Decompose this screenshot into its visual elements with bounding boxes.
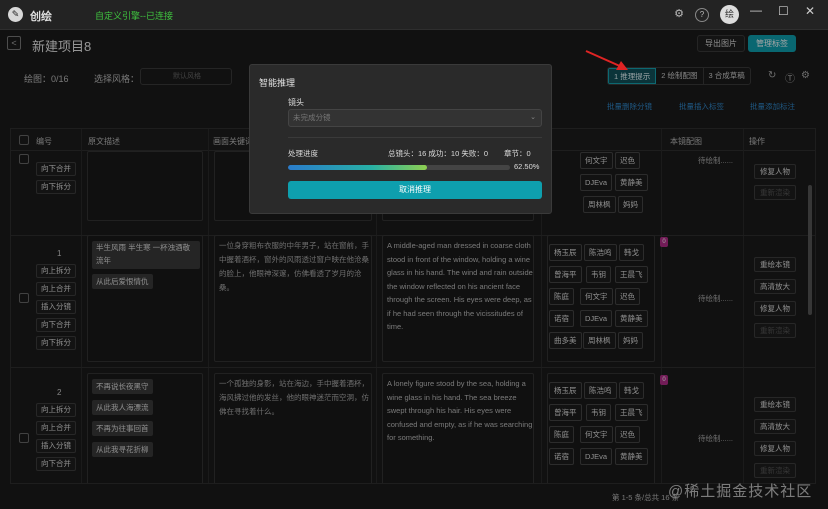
avatar[interactable]: 绘 bbox=[720, 5, 739, 24]
dialog-divider bbox=[288, 137, 542, 138]
chevron-down-icon: ⌄ bbox=[530, 114, 536, 121]
smart-inference-dialog: 智能推理 镜头 未完成分镜 ⌄ 处理进度 总镜头：16 成功：10 失败：0 章… bbox=[249, 64, 552, 214]
dialog-title: 智能推理 bbox=[259, 78, 296, 88]
shot-select-value: 未完成分镜 bbox=[293, 113, 331, 122]
progress-percent: 62.50% bbox=[514, 162, 540, 171]
progress-label: 处理进度 bbox=[288, 149, 318, 158]
help-icon[interactable]: ? bbox=[695, 8, 709, 22]
chapter-count: 章节：0 bbox=[504, 149, 531, 158]
progress-bar bbox=[288, 165, 510, 170]
connection-status: 自定义引擎--已连接 bbox=[95, 11, 173, 21]
progress-stats: 总镜头：16 成功：10 失败：0 bbox=[388, 149, 489, 158]
title-bar: ✎ 创绘 自定义引擎--已连接 ⚙ ? 绘 — ☐ ✕ bbox=[0, 0, 828, 30]
progress-fill bbox=[288, 165, 427, 170]
minimize-icon[interactable]: — bbox=[750, 3, 762, 17]
settings-icon[interactable]: ⚙ bbox=[672, 8, 686, 22]
app-name: 创绘 bbox=[30, 11, 52, 23]
close-icon[interactable]: ✕ bbox=[805, 4, 815, 18]
shot-select[interactable]: 未完成分镜 ⌄ bbox=[288, 109, 542, 127]
maximize-icon[interactable]: ☐ bbox=[778, 4, 789, 18]
app-logo-icon: ✎ bbox=[8, 7, 23, 22]
shot-label: 镜头 bbox=[288, 98, 304, 107]
cancel-inference-button[interactable]: 取消推理 bbox=[288, 181, 542, 199]
